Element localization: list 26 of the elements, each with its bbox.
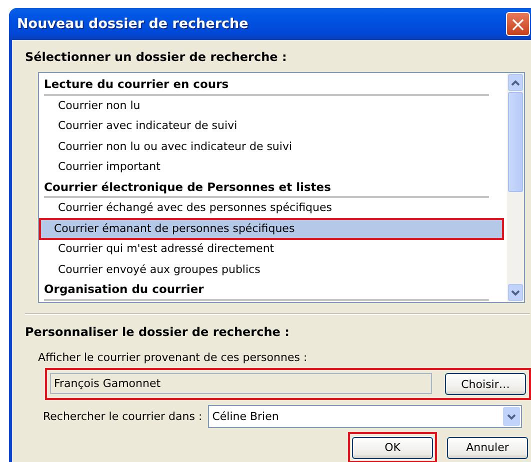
folder-option[interactable]: Courrier avec indicateur de suivi <box>44 116 489 136</box>
dropdown-icon <box>507 414 516 420</box>
window-title: Nouveau dossier de recherche <box>17 16 248 32</box>
folder-option[interactable]: Courrier non lu <box>44 96 489 116</box>
folder-option[interactable]: Courrier important <box>44 157 489 178</box>
folder-option[interactable]: Courrier échangé avec des personnes spécifiques <box>44 198 489 218</box>
group-header: Lecture du courrier en cours <box>44 75 489 96</box>
folder-option[interactable]: Courrier qui m'est adressé directement <box>44 239 489 260</box>
people-field[interactable]: François Gamonnet <box>50 373 432 394</box>
group-header: Organisation du courrier <box>44 280 489 300</box>
folder-option[interactable]: Courrier non lu ou avec indicateur de suivi <box>44 136 489 157</box>
folder-option[interactable]: Courrier envoyé aux groupes publics <box>44 260 489 280</box>
scrollbar[interactable] <box>507 73 524 302</box>
section-label: Sélectionner un dossier de recherche : <box>25 50 288 64</box>
choose-button[interactable]: Choisir… <box>445 373 526 395</box>
dialog-button[interactable]: Annuler <box>447 436 528 458</box>
mailbox-dropdown[interactable]: Céline Brien <box>208 405 522 428</box>
section-label: Personnaliser le dossier de recherche : <box>25 325 290 339</box>
group-header: Courrier électronique de Personnes et listes <box>44 178 489 198</box>
close-button[interactable]: × <box>506 12 530 36</box>
field-label: Rechercher le courrier dans : <box>43 410 202 423</box>
scroll-up-icon <box>511 80 520 86</box>
field-label: Afficher le courrier provenant de ces personnes : <box>38 351 308 364</box>
scroll-down-icon <box>511 290 520 296</box>
dialog-button[interactable]: OK <box>352 436 433 458</box>
folder-option[interactable]: Courrier émanant de personnes spécifiques <box>40 218 503 239</box>
